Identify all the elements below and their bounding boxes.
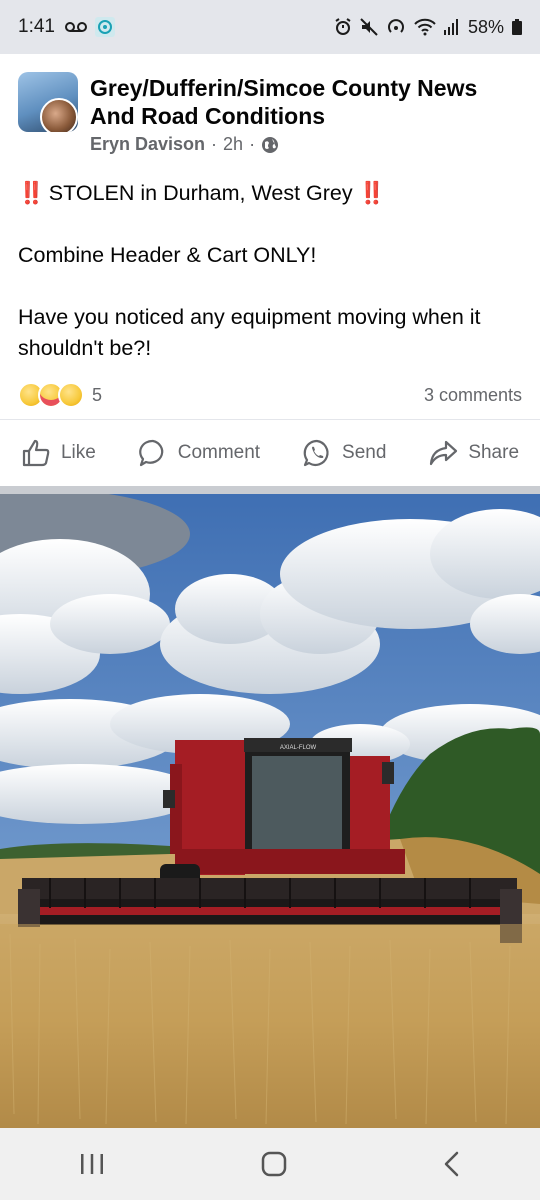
battery-percent: 58% (467, 16, 504, 37)
share-label: Share (468, 442, 520, 463)
combine-harvester-photo: AXIAL-FLOW (0, 494, 540, 1128)
comment-count[interactable]: 3 comments (424, 385, 522, 406)
divider (0, 419, 540, 420)
signal-icon (443, 19, 458, 35)
comment-button[interactable]: Comment (138, 438, 260, 468)
status-bar: 1:41 58% (0, 0, 540, 54)
recent-apps-icon[interactable] (78, 1152, 106, 1176)
home-icon[interactable] (261, 1151, 287, 1177)
meta-separator: · (249, 134, 256, 154)
globe-icon (262, 136, 279, 153)
mute-icon (360, 18, 378, 36)
post-meta: Eryn Davison · 2h · (90, 134, 279, 155)
combine-brand-badge: AXIAL-FLOW (280, 745, 317, 751)
system-nav-bar (0, 1128, 540, 1200)
status-time: 1:41 (18, 16, 55, 37)
meta-separator: · (211, 134, 218, 154)
group-name-link[interactable]: Grey/Dufferin/Simcoe County News And Roa… (90, 74, 510, 130)
post-photo[interactable]: AXIAL-FLOW (0, 494, 540, 1128)
whatsapp-icon (303, 439, 329, 467)
reaction-emojis[interactable] (18, 382, 84, 408)
share-arrow-icon (430, 440, 458, 466)
hotspot-icon (388, 19, 404, 33)
like-button[interactable]: Like (21, 438, 96, 468)
thumbs-up-icon (22, 439, 50, 467)
send-button[interactable]: Send (302, 438, 386, 468)
post-text: ‼️ STOLEN in Durham, West Grey ‼️ Combin… (18, 178, 524, 364)
post-timestamp[interactable]: 2h (223, 134, 243, 155)
post-headline: STOLEN in Durham, West Grey (48, 181, 353, 205)
post-headline-line: ‼️ STOLEN in Durham, West Grey ‼️ (18, 178, 524, 209)
battery-icon (512, 19, 522, 35)
back-icon[interactable] (442, 1151, 462, 1177)
post-line-2: Combine Header & Cart ONLY! (18, 243, 317, 267)
app-notification-icon (94, 17, 115, 37)
comment-bubble-icon (138, 439, 164, 467)
send-label: Send (342, 442, 387, 463)
wow-reaction-icon (58, 382, 84, 408)
post-line-3: Have you noticed any equipment moving wh… (18, 305, 481, 360)
wifi-icon (414, 18, 436, 36)
group-avatar[interactable] (18, 72, 78, 132)
share-button[interactable]: Share (428, 438, 519, 468)
double-exclamation-icon: ‼️ (18, 181, 45, 205)
comment-label: Comment (177, 442, 261, 463)
voicemail-icon (64, 22, 87, 32)
alarm-icon (335, 18, 351, 35)
author-name-link[interactable]: Eryn Davison (90, 134, 205, 155)
reactions-summary: 5 3 comments (18, 380, 522, 410)
like-label: Like (60, 442, 96, 463)
double-exclamation-icon: ‼️ (358, 181, 386, 205)
action-bar: Like Comment Send Share (0, 432, 540, 474)
author-avatar[interactable] (40, 98, 78, 132)
section-separator (0, 486, 540, 494)
reaction-count[interactable]: 5 (92, 385, 102, 406)
post-header: Grey/Dufferin/Simcoe County News And Roa… (18, 70, 522, 160)
